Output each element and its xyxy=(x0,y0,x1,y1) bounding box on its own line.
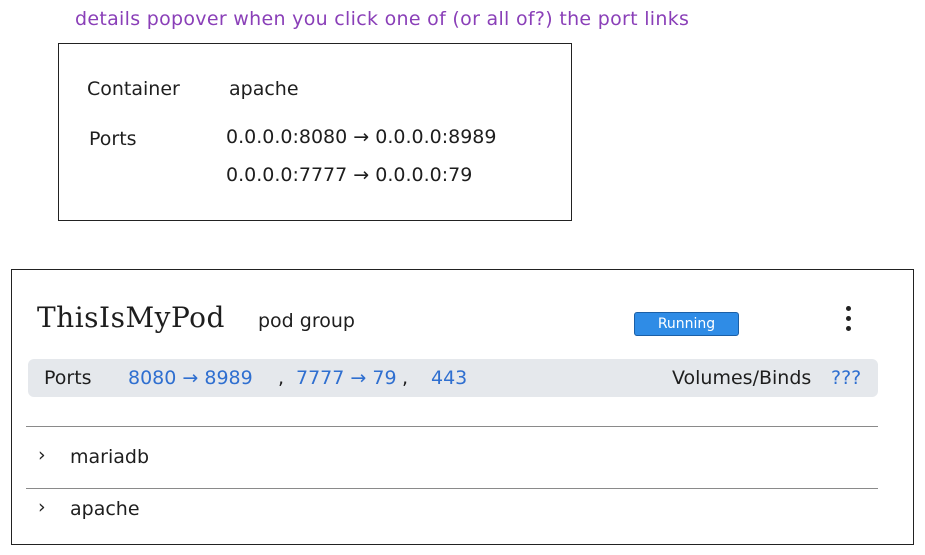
pod-name: ThisIsMyPod xyxy=(37,301,225,334)
port-link[interactable]: 8080 → 8989 xyxy=(128,367,253,389)
port-mapping: 0.0.0.0:8080 → 0.0.0.0:8989 xyxy=(226,126,497,148)
divider xyxy=(26,488,878,489)
container-row-mariadb[interactable]: › mariadb xyxy=(38,444,338,474)
container-value: apache xyxy=(229,78,299,100)
pod-card: ThisIsMyPod pod group Running Ports 8080… xyxy=(11,269,914,545)
kebab-icon[interactable] xyxy=(840,306,856,336)
annotation-note: details popover when you click one of (o… xyxy=(75,8,690,30)
volumes-link[interactable]: ??? xyxy=(831,367,861,389)
volumes-label: Volumes/Binds xyxy=(672,367,812,389)
divider xyxy=(26,426,878,427)
pod-info-bar: Ports 8080 → 8989 , 7777 → 79 , 443 Volu… xyxy=(28,359,878,397)
container-row-apache[interactable]: › apache xyxy=(38,496,338,526)
pod-type: pod group xyxy=(258,310,355,332)
ports-label: Ports xyxy=(89,128,137,150)
container-name: apache xyxy=(70,498,140,520)
container-name: mariadb xyxy=(70,446,150,468)
container-label: Container xyxy=(87,78,180,100)
status-badge: Running xyxy=(634,312,739,336)
chevron-right-icon: › xyxy=(38,496,46,518)
separator: , xyxy=(402,367,409,389)
separator: , xyxy=(278,367,285,389)
port-details-popover: Container apache Ports 0.0.0.0:8080 → 0.… xyxy=(58,43,572,221)
port-link[interactable]: 443 xyxy=(431,367,467,389)
chevron-right-icon: › xyxy=(38,444,46,466)
port-link[interactable]: 7777 → 79 xyxy=(296,367,397,389)
ports-label: Ports xyxy=(44,367,92,389)
port-mapping: 0.0.0.0:7777 → 0.0.0.0:79 xyxy=(226,164,473,186)
